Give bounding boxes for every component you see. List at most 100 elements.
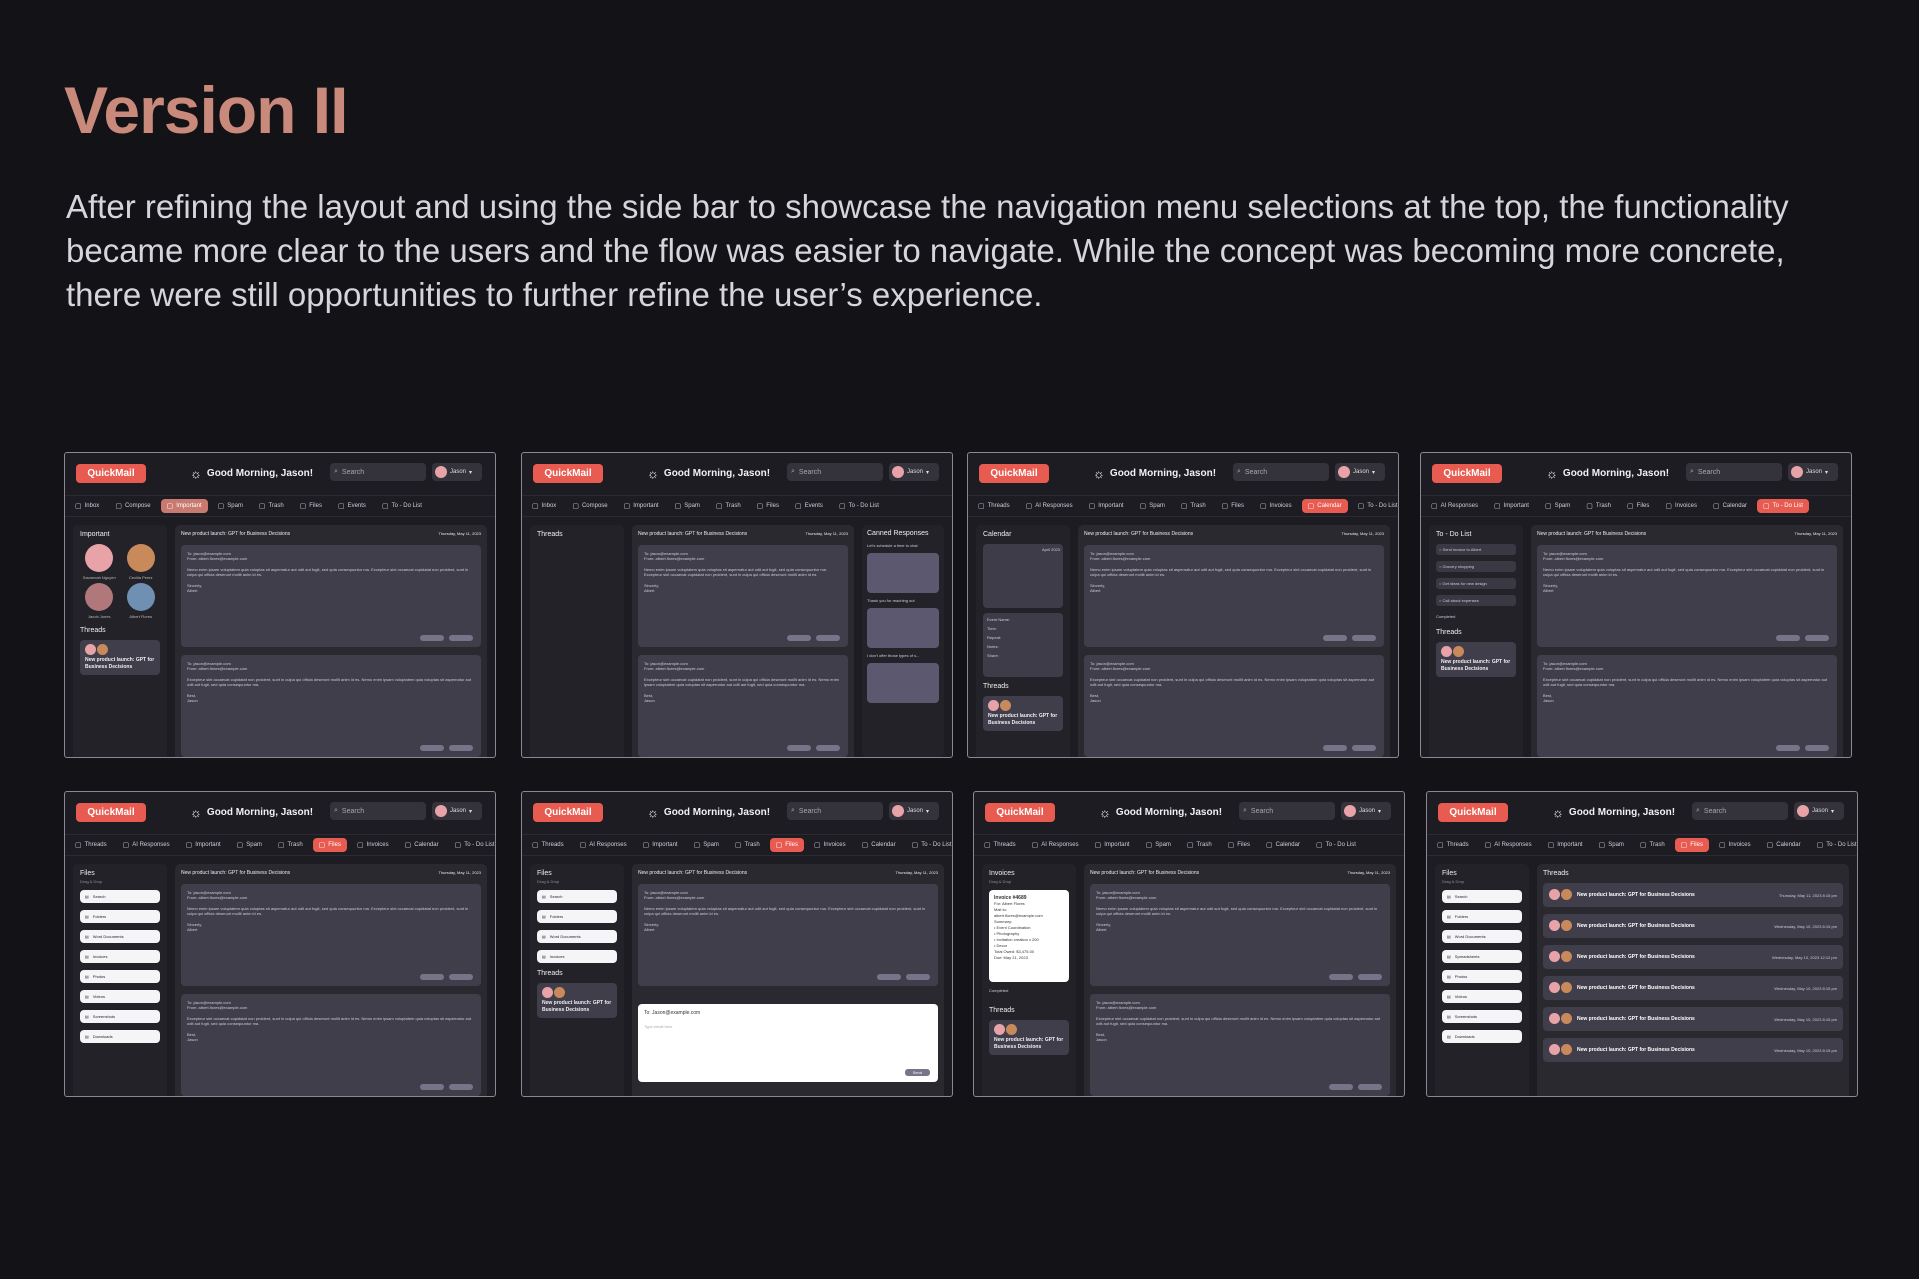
nav-item[interactable]: ▢ Compose: [566, 499, 613, 513]
send-button[interactable]: Send: [904, 1069, 930, 1076]
search-input[interactable]: ⌕ Search: [1233, 463, 1329, 481]
forward-button[interactable]: [1358, 974, 1382, 980]
file-category[interactable]: ▤ Screenshots: [80, 1010, 160, 1023]
file-category[interactable]: ▤ Word Documents: [80, 930, 160, 943]
thread-row[interactable]: New product launch: GPT for Business Dec…: [1543, 945, 1843, 969]
nav-item[interactable]: ▢ To - Do List: [833, 499, 885, 513]
nav-item[interactable]: ▢ Important: [1083, 499, 1130, 513]
nav-item[interactable]: ▢ Threads: [978, 838, 1022, 852]
nav-item[interactable]: ▢ Calendar: [1260, 838, 1306, 852]
file-category[interactable]: ▤ Downloads: [1442, 1030, 1522, 1043]
nav-item[interactable]: ▢ Threads: [1431, 838, 1475, 852]
reply-button[interactable]: [420, 974, 444, 980]
nav-item[interactable]: ▢ Important: [160, 499, 208, 513]
nav-item[interactable]: ▢ Trash: [253, 499, 290, 513]
app-logo[interactable]: QuickMail: [1432, 464, 1502, 483]
thread-card[interactable]: New product launch: GPT for Business Dec…: [1436, 642, 1516, 677]
forward-button[interactable]: [1805, 745, 1829, 751]
todo-item[interactable]: ○ Send invoice to Albert: [1436, 544, 1516, 555]
file-category[interactable]: ▤ Photos: [1442, 970, 1522, 983]
file-category[interactable]: ▤ Folders: [1442, 910, 1522, 923]
canned-response[interactable]: [867, 553, 939, 593]
nav-item[interactable]: ▢ Important: [1542, 838, 1589, 852]
file-category[interactable]: ▤ Screenshots: [1442, 1010, 1522, 1023]
forward-button[interactable]: [816, 745, 840, 751]
forward-button[interactable]: [449, 974, 473, 980]
nav-item[interactable]: ▢ AI Responses: [1425, 499, 1484, 513]
file-category[interactable]: ▤ Photos: [80, 970, 160, 983]
file-category[interactable]: ▤ Folders: [537, 910, 617, 923]
user-menu[interactable]: Jason ▾: [1341, 802, 1391, 820]
user-menu[interactable]: Jason ▾: [1794, 802, 1844, 820]
thread-card[interactable]: New product launch: GPT for Business Dec…: [983, 696, 1063, 731]
forward-button[interactable]: [1352, 635, 1376, 641]
nav-item[interactable]: ▢ Compose: [109, 499, 156, 513]
nav-item[interactable]: ▢ To - Do List: [1756, 499, 1809, 513]
file-category[interactable]: ▤ Folders: [80, 910, 160, 923]
thread-row[interactable]: New product launch: GPT for Business Dec…: [1543, 1007, 1843, 1031]
nav-item[interactable]: ▢ Files: [312, 838, 347, 852]
thread-row[interactable]: New product launch: GPT for Business Dec…: [1543, 914, 1843, 938]
nav-item[interactable]: ▢ Inbox: [69, 499, 105, 513]
person[interactable]: Jacob Jones: [80, 583, 119, 619]
nav-item[interactable]: ▢ Files: [294, 499, 328, 513]
invoice-card[interactable]: Invoice #4689 For: Albert Flores Mail to: a…: [989, 890, 1069, 982]
app-logo[interactable]: QuickMail: [985, 803, 1055, 822]
nav-item[interactable]: ▢ Spam: [1593, 838, 1630, 852]
nav-item[interactable]: ▢ Spam: [212, 499, 249, 513]
forward-button[interactable]: [1805, 635, 1829, 641]
file-category[interactable]: ▤ Search: [1442, 890, 1522, 903]
user-menu[interactable]: Jason ▾: [1788, 463, 1838, 481]
file-category[interactable]: ▤ Spreadsheets: [1442, 950, 1522, 963]
todo-item[interactable]: ○ Get ideas for new design: [1436, 578, 1516, 589]
reply-button[interactable]: [787, 745, 811, 751]
nav-item[interactable]: ▢ Threads: [526, 838, 570, 852]
nav-item[interactable]: ▢ Calendar: [1301, 499, 1348, 513]
nav-item[interactable]: ▢ Trash: [710, 499, 747, 513]
file-category[interactable]: ▤ Downloads: [80, 1030, 160, 1043]
reply-button[interactable]: [1329, 1084, 1353, 1090]
reply-button[interactable]: [1776, 745, 1800, 751]
nav-item[interactable]: ▢ Invoices: [351, 838, 395, 852]
nav-item[interactable]: ▢ Files: [1621, 499, 1655, 513]
thread-card[interactable]: New product launch: GPT for Business Dec…: [537, 983, 617, 1018]
search-input[interactable]: ⌕ Search: [1239, 802, 1335, 820]
forward-button[interactable]: [449, 1084, 473, 1090]
todo-item[interactable]: ○ Grocery shopping: [1436, 561, 1516, 572]
nav-item[interactable]: ▢ Files: [769, 838, 804, 852]
nav-item[interactable]: ▢ AI Responses: [1479, 838, 1538, 852]
nav-item[interactable]: ▢ Files: [1216, 499, 1250, 513]
nav-item[interactable]: ▢ Important: [618, 499, 665, 513]
app-logo[interactable]: QuickMail: [1438, 803, 1508, 822]
nav-item[interactable]: ▢ AI Responses: [1026, 838, 1085, 852]
file-category[interactable]: ▤ Word Documents: [1442, 930, 1522, 943]
search-input[interactable]: ⌕ Search: [787, 463, 883, 481]
nav-item[interactable]: ▢ Spam: [1539, 499, 1576, 513]
search-input[interactable]: ⌕ Search: [330, 802, 426, 820]
nav-item[interactable]: ▢ Calendar: [856, 838, 902, 852]
search-input[interactable]: ⌕ Search: [1686, 463, 1782, 481]
user-menu[interactable]: Jason ▾: [1335, 463, 1385, 481]
file-category[interactable]: ▤ Videos: [80, 990, 160, 1003]
nav-item[interactable]: ▢ Trash: [1175, 499, 1212, 513]
file-category[interactable]: ▤ Search: [80, 890, 160, 903]
reply-button[interactable]: [1323, 635, 1347, 641]
nav-item[interactable]: ▢ Trash: [729, 838, 766, 852]
nav-item[interactable]: ▢ To - Do List: [906, 838, 952, 852]
reply-button[interactable]: [787, 635, 811, 641]
user-menu[interactable]: Jason ▾: [889, 463, 939, 481]
user-menu[interactable]: Jason ▾: [889, 802, 939, 820]
reply-button[interactable]: [1329, 974, 1353, 980]
person[interactable]: Savannah Nguyen: [80, 544, 119, 580]
reply-button[interactable]: [1776, 635, 1800, 641]
thread-row[interactable]: New product launch: GPT for Business Dec…: [1543, 883, 1843, 907]
app-logo[interactable]: QuickMail: [979, 464, 1049, 483]
nav-item[interactable]: ▢ Important: [1488, 499, 1535, 513]
canned-response[interactable]: [867, 663, 939, 703]
nav-item[interactable]: ▢ Spam: [669, 499, 706, 513]
thread-card[interactable]: New product launch: GPT for Business Dec…: [989, 1020, 1069, 1055]
nav-item[interactable]: ▢ To - Do List: [1352, 499, 1398, 513]
thread-row[interactable]: New product launch: GPT for Business Dec…: [1543, 976, 1843, 1000]
person[interactable]: Albert Flores: [122, 583, 161, 619]
forward-button[interactable]: [816, 635, 840, 641]
